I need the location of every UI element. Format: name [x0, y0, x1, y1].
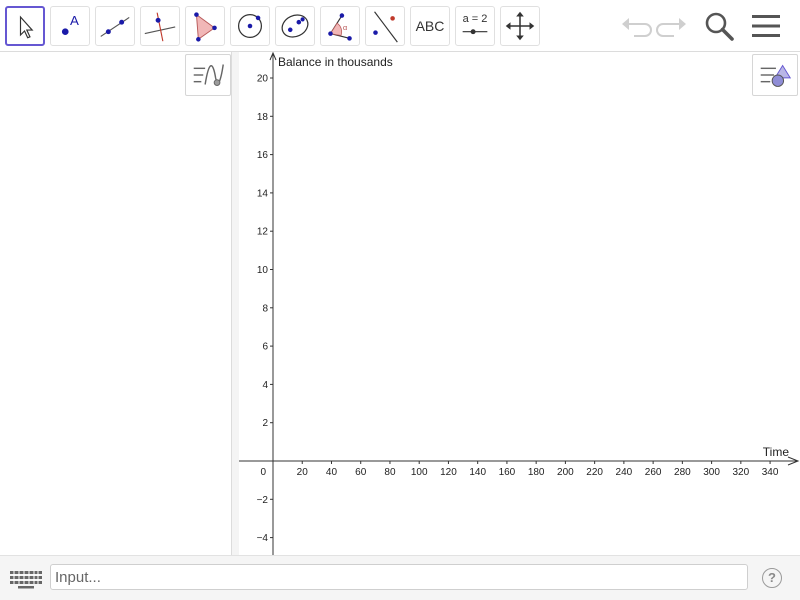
reflect-about-line-icon [373, 11, 398, 43]
redo-icon [656, 18, 686, 37]
y-tick-label: 12 [257, 227, 269, 238]
point-tool-button[interactable]: A [50, 6, 90, 46]
x-tick-label: 60 [355, 467, 367, 478]
circle-tool-button[interactable] [230, 6, 270, 46]
x-tick-label: 200 [557, 467, 574, 478]
conic-tool-button[interactable] [275, 6, 315, 46]
input-field[interactable] [50, 564, 748, 590]
x-tick-label: 220 [586, 467, 603, 478]
y-tick-label: 16 [257, 150, 269, 161]
keyboard-button[interactable] [2, 565, 48, 591]
arrow-pointer-icon [19, 15, 34, 39]
reflect-tool-button[interactable] [365, 6, 405, 46]
y-axis-label: Balance in thousands [278, 55, 393, 69]
y-tick-label: 18 [257, 112, 269, 123]
y-tick-label: 20 [257, 74, 269, 85]
hamburger-menu-icon [752, 15, 780, 37]
svg-text:A: A [70, 13, 79, 28]
polygon-tool-button[interactable] [185, 6, 225, 46]
main-menu-button[interactable] [748, 8, 784, 44]
perpendicular-tool-button[interactable] [140, 6, 180, 46]
input-bar: ? [0, 555, 800, 600]
toolbar: A α ABC a = 2 [0, 0, 800, 52]
undo-icon [622, 18, 652, 37]
x-tick-label: 100 [411, 467, 428, 478]
y-tick-label: 6 [262, 342, 268, 353]
origin-label: 0 [260, 467, 266, 478]
x-tick-label: 260 [645, 467, 662, 478]
x-tick-label: 20 [297, 467, 309, 478]
x-tick-label: 160 [499, 467, 516, 478]
graphics-canvas[interactable]: 20 40 60 80 100 120 140 160 180 200 220 240 260 280 30… [239, 52, 800, 555]
move-graphics-tool-button[interactable] [500, 6, 540, 46]
x-tick-label: 240 [616, 467, 633, 478]
y-tick-label: −2 [257, 495, 269, 506]
graphics-style-toggle-icon [760, 64, 792, 87]
text-icon: ABC [415, 18, 445, 34]
y-tick-label: 14 [257, 188, 269, 199]
y-tick-label: 8 [262, 303, 268, 314]
x-tick-label: 300 [703, 467, 720, 478]
x-tick-label: 320 [732, 467, 749, 478]
algebra-style-bar-toggle[interactable] [185, 54, 231, 96]
x-tick-label: 80 [384, 467, 396, 478]
move-arrows-icon [505, 11, 535, 41]
x-tick-label: 340 [762, 467, 779, 478]
algebra-view[interactable] [0, 52, 232, 555]
slider-icon [462, 29, 488, 35]
point-label-icon: A [61, 13, 79, 36]
circle-center-point-icon [237, 13, 263, 39]
y-tick-label: 10 [257, 265, 269, 276]
x-tick-label: 40 [326, 467, 338, 478]
y-tick-label: 2 [262, 418, 268, 429]
algebra-style-toggle-icon [193, 64, 224, 86]
x-tick-label: 180 [528, 467, 545, 478]
line-through-points-icon [100, 16, 130, 37]
angle-icon: α [328, 13, 352, 41]
keyboard-icon [10, 571, 42, 589]
redo-button[interactable] [654, 8, 690, 44]
undo-button[interactable] [618, 8, 654, 44]
x-tick-label: 140 [469, 467, 486, 478]
move-tool-button[interactable] [5, 6, 45, 46]
x-tick-label: 120 [440, 467, 457, 478]
panel-divider[interactable] [232, 52, 239, 555]
graphics-view[interactable]: 20 40 60 80 100 120 140 160 180 200 220 240 260 280 30… [239, 52, 800, 555]
slider-tool-button[interactable]: a = 2 [455, 6, 495, 46]
text-tool-button[interactable]: ABC [410, 6, 450, 46]
y-tick-label: −4 [257, 533, 269, 544]
polygon-icon [194, 12, 217, 42]
ellipse-icon [281, 14, 309, 38]
angle-tool-button[interactable]: α [320, 6, 360, 46]
x-tick-label: 280 [674, 467, 691, 478]
svg-text:α: α [343, 23, 348, 32]
line-tool-button[interactable] [95, 6, 135, 46]
search-button[interactable] [701, 8, 737, 44]
x-axis-label: Time [763, 445, 790, 459]
graphics-style-bar-toggle[interactable] [752, 54, 798, 96]
help-button[interactable]: ? [762, 568, 782, 588]
search-icon [705, 12, 734, 41]
perpendicular-line-icon [144, 12, 176, 42]
y-tick-label: 4 [262, 380, 268, 391]
